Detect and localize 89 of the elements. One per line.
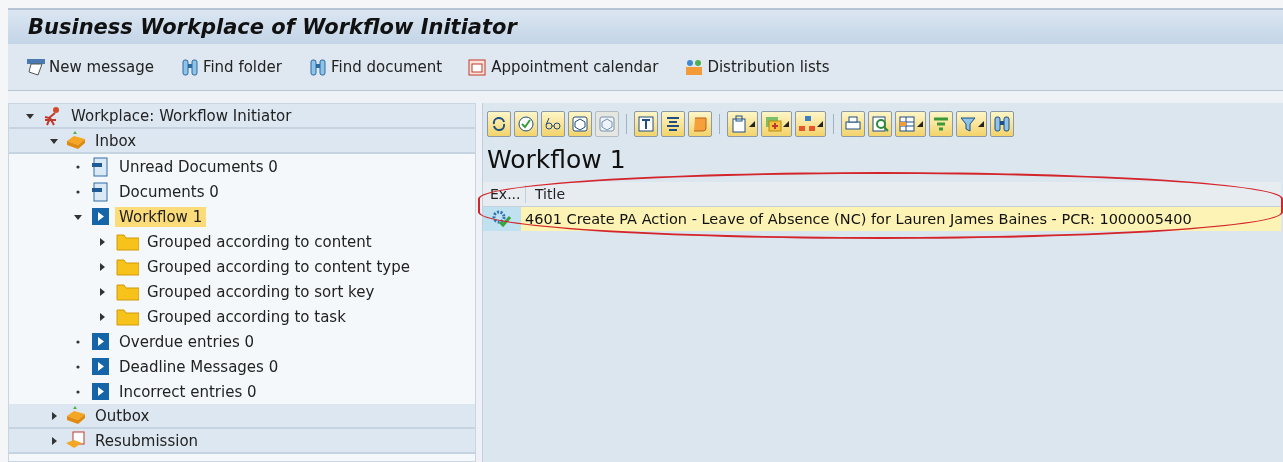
toolbar-button[interactable]: Find document <box>303 56 447 78</box>
resubmission-icon <box>65 430 87 451</box>
caret-icon[interactable] <box>98 287 106 296</box>
bullet-icon <box>76 364 80 369</box>
clipboard-button[interactable] <box>727 111 758 137</box>
window-title: Business Workplace of Workflow Initiator <box>28 15 517 39</box>
bullet-icon <box>76 189 80 194</box>
glasses-icon <box>544 115 562 133</box>
add-button[interactable] <box>761 111 792 137</box>
execute-icon <box>517 115 535 133</box>
glasses-button[interactable] <box>541 111 565 137</box>
message-icon <box>26 58 46 76</box>
caret-icon[interactable] <box>74 212 82 221</box>
calendar-icon <box>468 58 489 76</box>
filter-button[interactable] <box>929 111 953 137</box>
dropdown-caret-icon <box>783 121 789 127</box>
folder-icon <box>113 306 139 327</box>
text-button[interactable] <box>634 111 658 137</box>
people-icon <box>684 58 705 76</box>
dropdown-caret-icon <box>749 121 755 127</box>
tree-item[interactable]: Unread Documents 0 <box>115 156 282 177</box>
hierarchy-button[interactable] <box>795 111 826 137</box>
dropdown-caret-icon <box>978 121 984 127</box>
tree-item[interactable]: Workflow 1 <box>115 206 207 227</box>
filter-icon <box>932 115 950 133</box>
toolbar-button[interactable]: Find folder <box>175 56 286 78</box>
bullet-icon <box>76 164 80 169</box>
print-icon <box>844 115 862 133</box>
dropdown-caret-icon <box>817 121 823 127</box>
tree-item[interactable]: Grouped according to task <box>143 306 350 327</box>
binoculars-icon <box>993 115 1011 133</box>
toolbar-button[interactable]: Appointment calendar <box>464 56 663 78</box>
document-icon <box>89 181 111 202</box>
caret-icon[interactable] <box>98 262 106 271</box>
caret-icon[interactable] <box>50 411 58 420</box>
refresh-button[interactable] <box>487 111 511 137</box>
tree-item[interactable]: Grouped according to sort key <box>143 281 379 302</box>
gear-check-icon <box>492 210 512 228</box>
folder-icon <box>113 231 139 252</box>
caret-icon[interactable] <box>98 312 106 321</box>
binoculars-button[interactable] <box>990 111 1014 137</box>
tree-item[interactable]: Deadline Messages 0 <box>115 356 283 377</box>
tree-item[interactable]: Documents 0 <box>115 181 223 202</box>
folder-icon <box>113 281 139 302</box>
lines-icon <box>664 115 682 133</box>
binoculars-icon <box>307 58 328 76</box>
tree-item[interactable]: Inbox <box>91 130 141 151</box>
caret-icon[interactable] <box>26 111 34 120</box>
tree-item[interactable]: Overdue entries 0 <box>115 331 259 352</box>
list-title: Workflow 1 <box>487 145 627 174</box>
cube-icon <box>571 115 589 133</box>
toolbar-button[interactable]: New message <box>22 56 158 78</box>
tree-item[interactable]: Grouped according to content type <box>143 256 414 277</box>
bullet-icon <box>76 339 80 344</box>
add-icon <box>764 115 782 133</box>
table-cell-text: 4601 Create PA Action - Leave of Absence (NC) for Lauren James Baines - PCR: 1000005400 <box>524 211 1193 227</box>
lines-button[interactable] <box>661 111 685 137</box>
caret-icon[interactable] <box>98 237 106 246</box>
caret-icon[interactable] <box>50 136 58 145</box>
cube-icon <box>598 115 616 133</box>
print-button[interactable] <box>841 111 865 137</box>
grid-icon <box>898 115 916 133</box>
document-icon <box>89 156 111 177</box>
cube-button[interactable] <box>568 111 592 137</box>
column-header[interactable]: Ex... <box>483 186 523 202</box>
tree-item[interactable]: Grouped according to content <box>143 231 376 252</box>
dropdown-caret-icon <box>917 121 923 127</box>
tree-item[interactable]: Incorrect entries 0 <box>115 381 261 402</box>
folder-icon <box>113 256 139 277</box>
tree-item[interactable]: Outbox <box>91 405 154 426</box>
bullet-icon <box>76 389 80 394</box>
find-button[interactable] <box>868 111 892 137</box>
column-header[interactable]: Title <box>528 186 568 202</box>
toolbar-button[interactable]: Distribution lists <box>680 56 834 78</box>
caret-icon[interactable] <box>50 436 58 445</box>
grid-button[interactable] <box>895 111 926 137</box>
binoculars-icon <box>179 58 200 76</box>
tray-icon <box>65 405 87 426</box>
refresh-icon <box>490 115 508 133</box>
tray-icon <box>65 130 87 151</box>
funnel-icon <box>959 115 977 133</box>
find-icon <box>871 115 889 133</box>
table-row[interactable]: 4601 Create PA Action - Leave of Absence (NC) for Lauren James Baines - PCR: 1000005400 <box>483 207 1281 231</box>
clipboard-icon <box>730 115 748 133</box>
scroll-icon <box>691 115 709 133</box>
funnel-button[interactable] <box>956 111 987 137</box>
text-icon <box>637 115 655 133</box>
execute-button[interactable] <box>514 111 538 137</box>
hierarchy-icon <box>798 115 816 133</box>
